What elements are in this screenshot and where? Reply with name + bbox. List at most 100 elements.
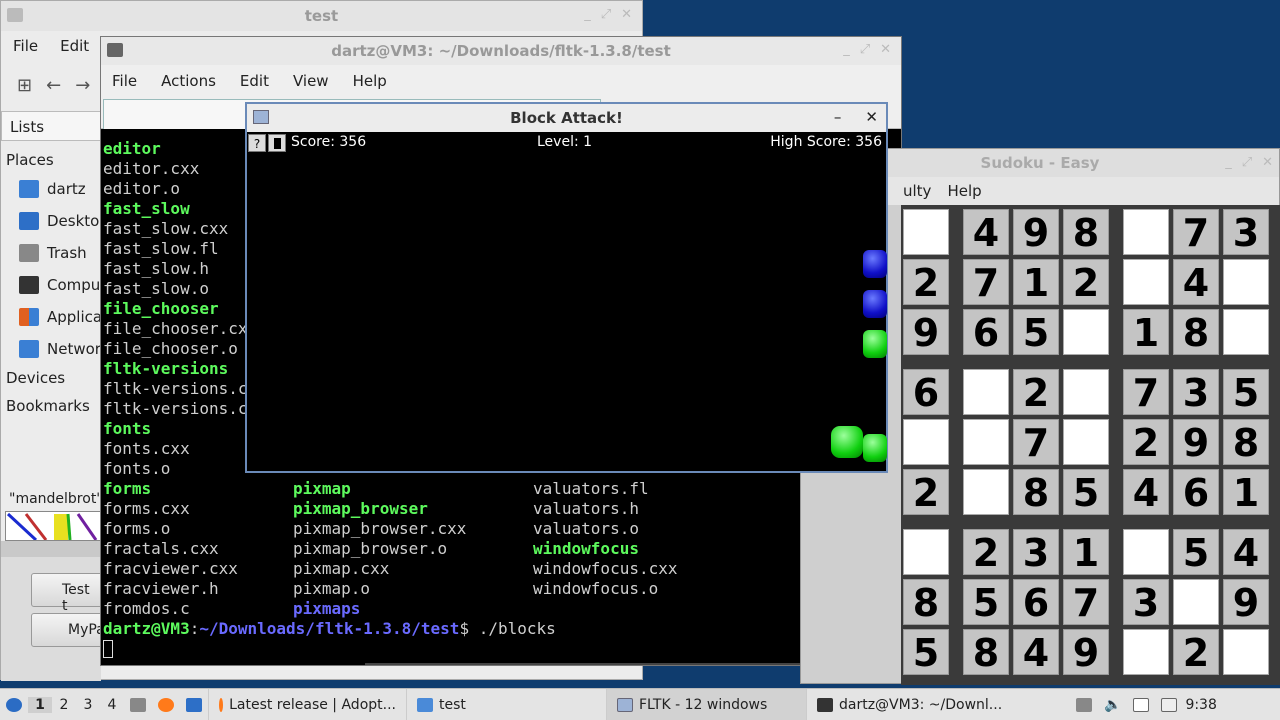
sudoku-cell[interactable]: 7 [1173,209,1219,255]
sudoku-cell[interactable]: 8 [1013,469,1059,515]
sudoku-cell[interactable] [1223,309,1269,355]
sudoku-cell[interactable] [963,469,1009,515]
sudoku-cell[interactable] [1223,629,1269,675]
sudoku-cell[interactable]: 9 [1223,579,1269,625]
pause-button[interactable] [268,134,286,152]
minimize-icon[interactable]: _ [843,42,850,57]
new-tab-icon[interactable]: ⊞ [17,75,32,96]
menu-help[interactable]: Help [353,72,387,90]
launcher-firefox[interactable] [152,689,180,720]
close-icon[interactable]: ✕ [1262,155,1273,170]
sudoku-cell[interactable]: 9 [1173,419,1219,465]
sudoku-cell[interactable]: 4 [1173,259,1219,305]
sudoku-cell[interactable] [963,419,1009,465]
menu-actions[interactable]: Actions [161,72,216,90]
sudoku-cell[interactable]: 7 [1063,579,1109,625]
sudoku-cell[interactable]: 5 [903,629,949,675]
fltk-test-titlebar[interactable] [1,541,101,557]
tray-updates[interactable] [1070,689,1098,720]
sudoku-cell[interactable] [903,529,949,575]
sudoku-cell[interactable]: 8 [1173,309,1219,355]
task-firefox[interactable]: Latest release | Adopt... [208,688,406,720]
task-terminal[interactable]: dartz@VM3: ~/Downl... [806,688,1070,720]
sudoku-cell[interactable]: 3 [1123,579,1169,625]
sudoku-cell[interactable]: 2 [903,259,949,305]
terminal-titlebar[interactable]: dartz@VM3: ~/Downloads/fltk-1.3.8/test [101,37,901,65]
sudoku-cell[interactable]: 1 [1013,259,1059,305]
green-block[interactable] [863,330,887,358]
launcher-files[interactable] [124,689,152,720]
sudoku-cell[interactable]: 5 [963,579,1009,625]
place-computer[interactable]: Comput [1,269,111,301]
close-icon[interactable]: ✕ [621,7,632,22]
sudoku-cell[interactable]: 5 [1013,309,1059,355]
green-block[interactable] [831,426,863,458]
sudoku-cell[interactable] [1123,629,1169,675]
start-menu-button[interactable] [0,689,28,720]
task-fltk[interactable]: FLTK - 12 windows [606,688,806,720]
sudoku-cell[interactable]: 6 [1173,469,1219,515]
sudoku-cell[interactable] [1063,419,1109,465]
sudoku-cell[interactable] [1063,369,1109,415]
minimize-icon[interactable]: _ [584,7,591,22]
sudoku-cell[interactable]: 8 [1063,209,1109,255]
mandelbrot-thumbnail[interactable] [5,511,101,541]
sudoku-cell[interactable] [1063,309,1109,355]
menu-difficulty[interactable]: ulty [903,182,931,200]
menu-edit[interactable]: Edit [240,72,269,90]
menu-help[interactable]: Help [947,182,981,200]
workspace-3[interactable]: 3 [76,697,100,713]
close-icon[interactable]: ✕ [880,42,891,57]
sudoku-cell[interactable]: 2 [903,469,949,515]
workspace-1[interactable]: 1 [28,696,52,713]
place-trash[interactable]: Trash [1,237,111,269]
place-dartz[interactable]: dartz [1,173,111,205]
sudoku-cell[interactable]: 7 [963,259,1009,305]
sudoku-cell[interactable] [903,419,949,465]
menu-view[interactable]: View [293,72,329,90]
sudoku-cell[interactable] [903,209,949,255]
block-attack-titlebar[interactable]: Block Attack! [247,104,886,132]
menu-file[interactable]: File [13,37,38,55]
sudoku-cell[interactable]: 8 [903,579,949,625]
blue-block[interactable] [863,290,887,318]
sudoku-cell[interactable] [1123,259,1169,305]
maximize-icon[interactable]: ⤢ [601,7,611,22]
menu-file[interactable]: File [112,72,137,90]
task-test-folder[interactable]: test [406,688,606,720]
sudoku-cell[interactable]: 1 [1123,309,1169,355]
sudoku-cell[interactable]: 1 [1223,469,1269,515]
side-pane-mode-select[interactable]: Lists [1,111,111,141]
menu-edit[interactable]: Edit [60,37,89,55]
sudoku-cell[interactable]: 7 [1013,419,1059,465]
back-arrow-icon[interactable]: ← [46,75,61,96]
sudoku-cell[interactable] [963,369,1009,415]
maximize-icon[interactable]: ⤢ [1242,155,1252,170]
sudoku-cell[interactable] [1223,259,1269,305]
sudoku-cell[interactable]: 5 [1063,469,1109,515]
sudoku-cell[interactable]: 8 [1223,419,1269,465]
sudoku-cell[interactable]: 8 [963,629,1009,675]
sudoku-cell[interactable] [1123,529,1169,575]
sudoku-cell[interactable]: 4 [1123,469,1169,515]
window-menu-icon[interactable] [7,8,23,22]
sudoku-cell[interactable] [1123,209,1169,255]
green-block[interactable] [863,434,887,462]
window-app-icon[interactable] [253,110,269,124]
sudoku-cell[interactable]: 9 [903,309,949,355]
forward-arrow-icon[interactable]: → [75,75,90,96]
close-icon[interactable]: ✕ [865,108,878,126]
workspace-4[interactable]: 4 [100,697,124,713]
minimize-icon[interactable]: – [834,108,842,126]
launcher-desktop[interactable] [180,689,208,720]
sudoku-cell[interactable]: 3 [1013,529,1059,575]
sudoku-cell[interactable]: 4 [1223,529,1269,575]
sudoku-cell[interactable]: 1 [1063,529,1109,575]
terminal-app-icon[interactable] [107,43,123,57]
blue-block[interactable] [863,250,887,278]
sudoku-cell[interactable]: 3 [1223,209,1269,255]
sudoku-cell[interactable]: 7 [1123,369,1169,415]
sudoku-cell[interactable]: 6 [963,309,1009,355]
sudoku-cell[interactable]: 2 [1123,419,1169,465]
minimize-icon[interactable]: _ [1225,155,1232,170]
